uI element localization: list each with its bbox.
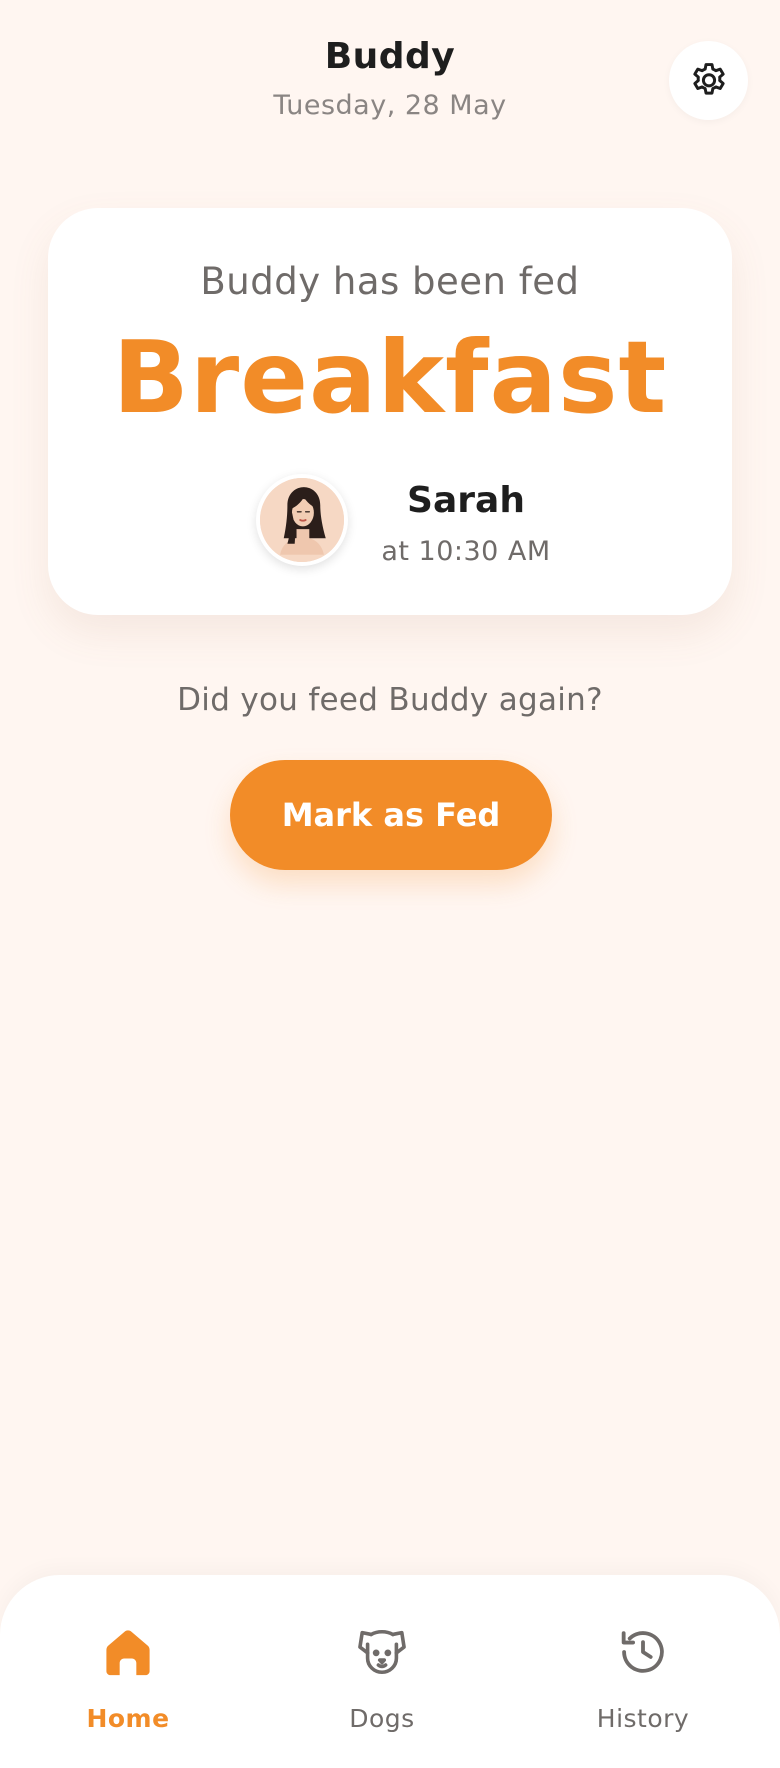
history-icon (621, 1631, 664, 1673)
feeding-status-card: Buddy has been fed Breakfast Sarah at 10… (48, 208, 732, 615)
nav-label-history: History (596, 1704, 690, 1733)
header: Buddy Tuesday, 28 May (0, 0, 780, 150)
fed-status-text: Buddy has been fed (200, 260, 580, 303)
feeder-name: Sarah (407, 480, 525, 521)
current-date: Tuesday, 28 May (273, 90, 507, 121)
bottom-navigation: Home Dogs History (0, 1575, 780, 1768)
nav-item-history[interactable]: History (573, 1575, 713, 1768)
avatar (256, 474, 348, 566)
feeding-time: at 10:30 AM (381, 536, 551, 567)
feeder-avatar-illustration (260, 478, 344, 562)
home-icon (106, 1630, 150, 1676)
app-screen: Buddy Tuesday, 28 May Buddy has been fed… (0, 0, 780, 1768)
feeder-info: Sarah at 10:30 AM (256, 474, 586, 574)
mark-as-fed-button[interactable]: Mark as Fed (230, 760, 552, 870)
nav-item-dogs[interactable]: Dogs (312, 1575, 452, 1768)
dog-name-title: Buddy (324, 36, 456, 77)
nav-label-home: Home (86, 1704, 170, 1733)
meal-name: Breakfast (112, 319, 668, 436)
nav-label-dogs: Dogs (349, 1704, 415, 1733)
nav-item-home[interactable]: Home (58, 1575, 198, 1768)
dog-icon (358, 1629, 406, 1675)
gear-icon (692, 62, 725, 95)
settings-button[interactable] (669, 41, 748, 120)
feed-again-prompt: Did you feed Buddy again? (177, 682, 603, 718)
